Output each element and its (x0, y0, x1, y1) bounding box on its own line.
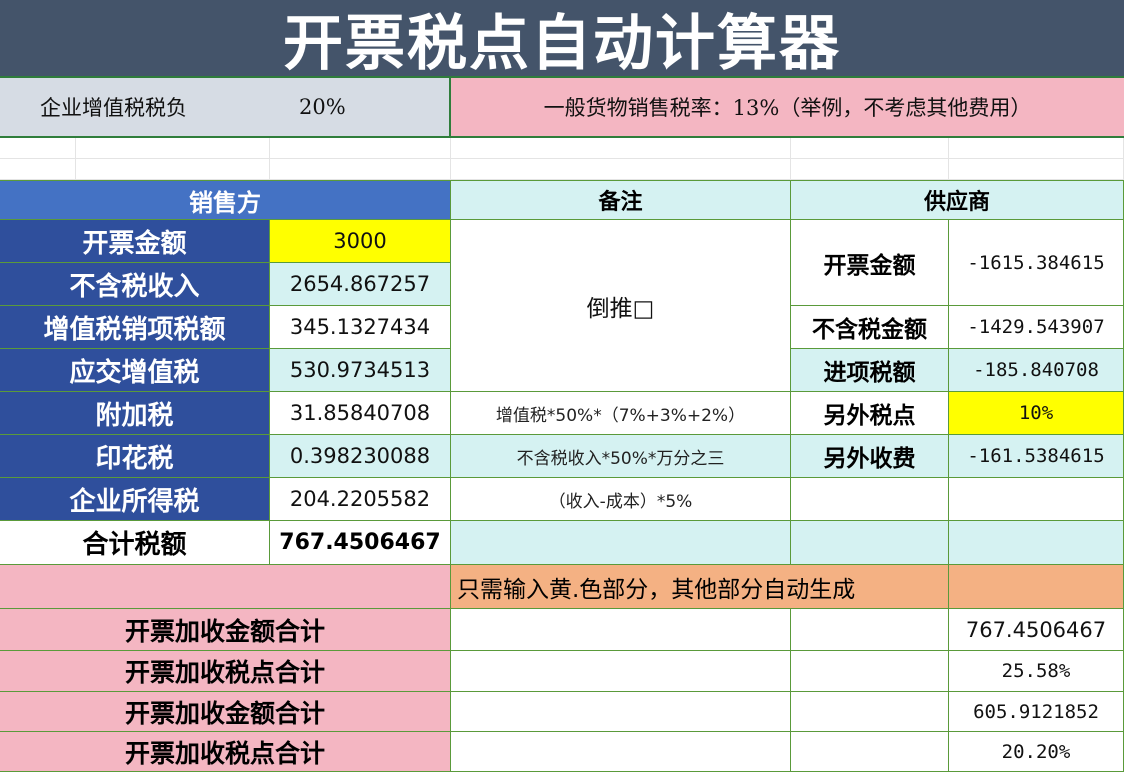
summary-label-surcharge-rate[interactable]: 开票加收税点合计 (0, 651, 451, 692)
grid-cell[interactable] (270, 159, 451, 180)
summary-value-surcharge-rate[interactable]: 25.58% (949, 651, 1124, 692)
grid-cell[interactable] (0, 159, 76, 180)
empty-cell[interactable] (451, 732, 791, 772)
grid-cell[interactable] (76, 138, 270, 159)
empty-cell[interactable] (949, 478, 1124, 521)
empty-cell[interactable] (791, 651, 949, 692)
empty-cell[interactable] (791, 521, 949, 565)
grid-cell[interactable] (270, 138, 451, 159)
seller-value-net-income[interactable]: 2654.867257 (270, 263, 451, 306)
grid-cell[interactable] (791, 138, 949, 159)
empty-cell[interactable] (451, 521, 791, 565)
grid-cell[interactable] (76, 159, 270, 180)
summary-value-surcharge-rate-2[interactable]: 20.20% (949, 732, 1124, 772)
empty-cell[interactable] (451, 651, 791, 692)
supplier-value-extra-rate[interactable]: 10% (949, 392, 1124, 435)
notes-header[interactable]: 备注 (451, 180, 791, 220)
notes-stamp-formula[interactable]: 不含税收入*50%*万分之三 (451, 435, 791, 478)
seller-label-income-tax[interactable]: 企业所得税 (0, 478, 270, 521)
supplier-label-extra-fee[interactable]: 另外收费 (791, 435, 949, 478)
grid-cell[interactable] (791, 159, 949, 180)
empty-cell[interactable] (791, 732, 949, 772)
seller-value-payable-vat[interactable]: 530.9734513 (270, 349, 451, 392)
grid-cell[interactable] (949, 159, 1124, 180)
empty-cell[interactable] (949, 521, 1124, 565)
seller-header[interactable]: 销售方 (0, 180, 451, 220)
summary-label-surcharge-amount-2[interactable]: 开票加收金额合计 (0, 692, 451, 732)
supplier-value-invoice-amount[interactable]: -1615.384615 (949, 220, 1124, 306)
vat-burden-cell[interactable]: 企业增值税税负 20% (0, 78, 451, 138)
grid-cell[interactable] (451, 138, 791, 159)
summary-value-surcharge-amount[interactable]: 767.4506467 (949, 609, 1124, 651)
notes-income-formula[interactable]: （收入-成本）*5% (451, 478, 791, 521)
empty-cell[interactable] (949, 565, 1124, 609)
empty-cell[interactable] (451, 609, 791, 651)
empty-cell[interactable] (791, 692, 949, 732)
sales-tax-rate-note[interactable]: 一般货物销售税率：13%（举例，不考虑其他费用） (451, 78, 1124, 138)
seller-label-net-income[interactable]: 不含税收入 (0, 263, 270, 306)
total-tax-label[interactable]: 合计税额 (0, 521, 270, 565)
summary-label-surcharge-rate-2[interactable]: 开票加收税点合计 (0, 732, 451, 772)
grid-cell[interactable] (451, 159, 791, 180)
instruction-note[interactable]: 只需输入黄.色部分，其他部分自动生成 (451, 565, 949, 609)
supplier-label-input-tax[interactable]: 进项税额 (791, 349, 949, 392)
seller-value-surtax[interactable]: 31.85840708 (270, 392, 451, 435)
seller-value-income-tax[interactable]: 204.2205582 (270, 478, 451, 521)
vat-burden-rate: 20% (299, 95, 346, 119)
summary-label-surcharge-amount[interactable]: 开票加收金额合计 (0, 609, 451, 651)
grid-cell[interactable] (0, 138, 76, 159)
seller-label-output-vat[interactable]: 增值税销项税额 (0, 306, 270, 349)
supplier-label-net-amount[interactable]: 不含税金额 (791, 306, 949, 349)
empty-cell[interactable] (0, 565, 451, 609)
supplier-label-invoice-amount[interactable]: 开票金额 (791, 220, 949, 306)
supplier-value-input-tax[interactable]: -185.840708 (949, 349, 1124, 392)
summary-value-surcharge-amount-2[interactable]: 605.9121852 (949, 692, 1124, 732)
empty-cell[interactable] (451, 692, 791, 732)
notes-surtax-formula[interactable]: 增值税*50%*（7%+3%+2%） (451, 392, 791, 435)
seller-value-output-vat[interactable]: 345.1327434 (270, 306, 451, 349)
seller-value-invoice-amount[interactable]: 3000 (270, 220, 451, 263)
supplier-label-extra-rate[interactable]: 另外税点 (791, 392, 949, 435)
supplier-value-extra-fee[interactable]: -161.5384615 (949, 435, 1124, 478)
vat-burden-label: 企业增值税税负 (40, 96, 187, 120)
notes-reverse-calc[interactable]: 倒推□ (451, 220, 791, 392)
supplier-value-net-amount[interactable]: -1429.543907 (949, 306, 1124, 349)
seller-label-invoice-amount[interactable]: 开票金额 (0, 220, 270, 263)
page-title: 开票税点自动计算器 (0, 0, 1124, 78)
supplier-header[interactable]: 供应商 (791, 180, 1124, 220)
empty-cell[interactable] (791, 609, 949, 651)
grid-cell[interactable] (949, 138, 1124, 159)
seller-label-surtax[interactable]: 附加税 (0, 392, 270, 435)
seller-label-payable-vat[interactable]: 应交增值税 (0, 349, 270, 392)
empty-cell[interactable] (791, 478, 949, 521)
seller-label-stamp-tax[interactable]: 印花税 (0, 435, 270, 478)
seller-value-stamp-tax[interactable]: 0.398230088 (270, 435, 451, 478)
total-tax-value[interactable]: 767.4506467 (270, 521, 451, 565)
